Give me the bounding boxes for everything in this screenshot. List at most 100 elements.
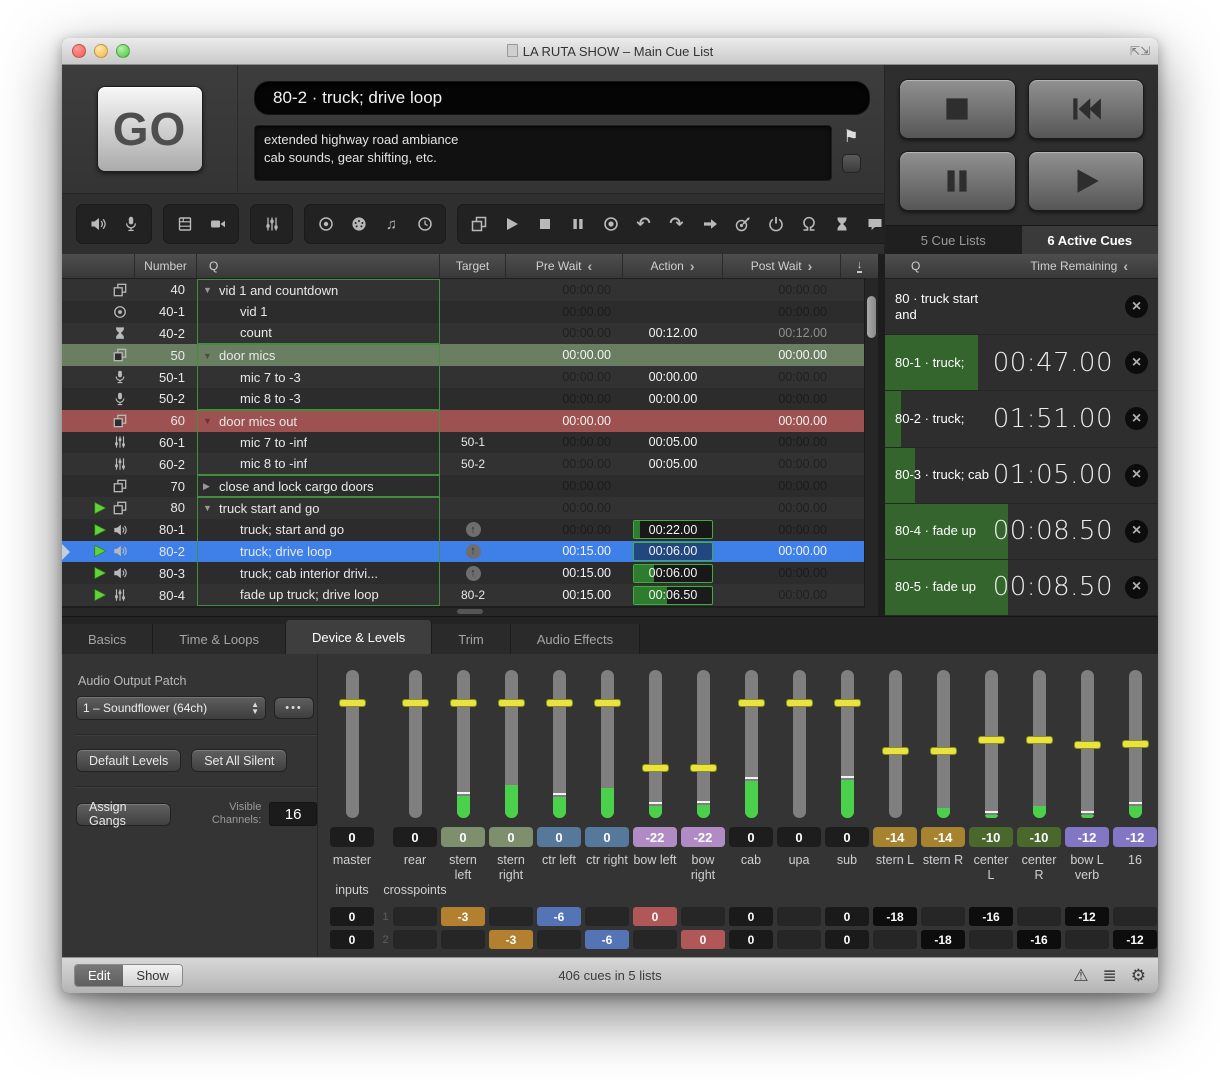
post-wait-value[interactable]: 00:00.00: [723, 410, 841, 432]
horizontal-scrollbar-thumb[interactable]: [457, 609, 483, 614]
fader-track[interactable]: [1081, 670, 1094, 818]
post-wait-value[interactable]: 00:00.00: [723, 301, 841, 323]
new-load-cue-button[interactable]: [594, 207, 627, 241]
crosspoint-cell[interactable]: -6: [585, 930, 629, 949]
crosspoint-cell[interactable]: 0: [681, 930, 725, 949]
vertical-scrollbar-thumb[interactable]: [867, 296, 876, 338]
stop-cue-x-button[interactable]: ×: [1125, 520, 1148, 543]
pre-wait-value[interactable]: 00:15.00: [506, 541, 623, 563]
crosspoint-cell[interactable]: [969, 930, 1013, 949]
crosspoint-cell[interactable]: -12: [1065, 907, 1109, 926]
crosspoint-cell[interactable]: -3: [441, 907, 485, 926]
level-value-field[interactable]: 0: [825, 827, 869, 847]
post-wait-value[interactable]: 00:00.00: [723, 519, 841, 541]
cue-target-cell[interactable]: [440, 323, 506, 345]
post-wait-value[interactable]: 00:12.00: [723, 323, 841, 345]
new-power-cue-button[interactable]: [759, 207, 792, 241]
level-value-field[interactable]: -12: [1113, 827, 1157, 847]
active-q-column[interactable]: Q: [885, 259, 1030, 273]
crosspoint-cell[interactable]: [1017, 907, 1061, 926]
visible-channels-value[interactable]: 16: [269, 802, 317, 826]
inspector-tab-audio-effects[interactable]: Audio Effects: [511, 624, 640, 654]
cue-name-cell[interactable]: mic 7 to -3: [197, 366, 440, 388]
crosspoint-cell[interactable]: [393, 907, 437, 926]
cue-number[interactable]: 80-1: [135, 519, 197, 541]
go-button[interactable]: GO: [97, 86, 203, 172]
fader-track[interactable]: [841, 670, 854, 818]
new-music-cue-button[interactable]: ♫: [375, 207, 408, 241]
cue-name-cell[interactable]: ▼truck start and go: [197, 497, 440, 519]
fader-handle[interactable]: [786, 699, 813, 707]
action-value[interactable]: 00:05.00: [623, 453, 723, 475]
crosspoint-cell[interactable]: 0: [633, 907, 677, 926]
new-start-cue-button[interactable]: [495, 207, 528, 241]
fader-track[interactable]: [937, 670, 950, 818]
column-number[interactable]: Number: [135, 254, 197, 278]
cue-name-cell[interactable]: ▼door mics: [197, 344, 440, 366]
fader-track[interactable]: [505, 670, 518, 818]
action-value[interactable]: [623, 475, 723, 497]
active-cue-row[interactable]: 80-4 · fade up00:08.50×: [885, 504, 1158, 560]
collapse-triangle-icon[interactable]: ▼: [203, 285, 217, 295]
new-clock-cue-button[interactable]: [408, 207, 441, 241]
cue-row-80-2[interactable]: 80-2truck; drive loop↑00:15.0000:06.0000…: [62, 541, 878, 563]
stop-cue-x-button[interactable]: ×: [1125, 464, 1148, 487]
cue-target-cell[interactable]: 50-2: [440, 453, 506, 475]
expand-chevron-icon[interactable]: ›: [690, 258, 695, 274]
fader-track[interactable]: [409, 670, 422, 818]
flag-icon[interactable]: ⚑: [843, 127, 858, 147]
cue-row-80-1[interactable]: 80-1truck; start and go↑00:00.0000:22.00…: [62, 519, 878, 541]
new-group-cue-button[interactable]: [462, 207, 495, 241]
cue-row-40-1[interactable]: 40-1vid 100:00.0000:00.00: [62, 301, 878, 323]
column-pre-wait[interactable]: Pre Wait‹: [506, 254, 623, 278]
collapse-chevron-icon[interactable]: ‹: [587, 258, 592, 274]
level-value-field[interactable]: 0: [393, 827, 437, 847]
fader-track[interactable]: [346, 670, 359, 818]
horizontal-scrollbar[interactable]: [62, 607, 878, 616]
pre-wait-value[interactable]: 00:00.00: [506, 497, 623, 519]
cue-name-cell[interactable]: truck; drive loop: [197, 541, 440, 563]
fader-handle[interactable]: [834, 699, 861, 707]
pre-wait-value[interactable]: 00:00.00: [506, 453, 623, 475]
post-wait-value[interactable]: 00:00.00: [723, 366, 841, 388]
fader-handle[interactable]: [1122, 740, 1149, 748]
cue-number[interactable]: 50: [135, 344, 197, 366]
crosspoint-cell[interactable]: [777, 930, 821, 949]
action-value[interactable]: 00:00.00: [623, 366, 723, 388]
inspector-tab-time-loops[interactable]: Time & Loops: [153, 624, 286, 654]
pre-wait-value[interactable]: 00:00.00: [506, 366, 623, 388]
stop-cue-x-button[interactable]: ×: [1125, 407, 1148, 430]
post-wait-value[interactable]: 00:00.00: [723, 541, 841, 563]
cue-row-40[interactable]: 40▼vid 1 and countdown00:00.0000:00.00: [62, 279, 878, 301]
cue-number[interactable]: 80-2: [135, 541, 197, 563]
cue-lists-icon[interactable]: ≣: [1103, 966, 1117, 986]
fader-handle[interactable]: [450, 699, 477, 707]
vertical-scrollbar[interactable]: [864, 278, 878, 608]
new-midi-cue-button[interactable]: [342, 207, 375, 241]
active-time-column[interactable]: Time Remaining‹: [1030, 258, 1158, 274]
crosspoint-cell[interactable]: -18: [921, 930, 965, 949]
cue-notes[interactable]: extended highway road ambiance cab sound…: [254, 125, 832, 181]
crosspoint-cell[interactable]: [585, 907, 629, 926]
action-value[interactable]: [623, 410, 723, 432]
post-wait-value[interactable]: 00:00.00: [723, 497, 841, 519]
fader-track[interactable]: [889, 670, 902, 818]
assign-gangs-button[interactable]: Assign Gangs: [76, 803, 171, 826]
crosspoint-cell[interactable]: [393, 930, 437, 949]
fader-handle[interactable]: [402, 699, 429, 707]
action-value[interactable]: 00:00.00: [623, 388, 723, 410]
fader-handle[interactable]: [690, 764, 717, 772]
inspector-tab-device-levels[interactable]: Device & Levels: [286, 620, 432, 654]
cue-target-cell[interactable]: 80-2: [440, 584, 506, 606]
cue-name-cell[interactable]: fade up truck; drive loop: [197, 584, 440, 606]
expand-chevron-icon[interactable]: ›: [808, 258, 813, 274]
set-all-silent-button[interactable]: Set All Silent: [191, 749, 287, 772]
crosspoint-cell[interactable]: -6: [537, 907, 581, 926]
cue-name-cell[interactable]: ▼door mics out: [197, 410, 440, 432]
fader-track[interactable]: [697, 670, 710, 818]
crosspoint-cell[interactable]: [537, 930, 581, 949]
level-value-field[interactable]: -22: [681, 827, 725, 847]
cue-row-80-3[interactable]: 80-3truck; cab interior drivi...↑00:15.0…: [62, 562, 878, 584]
cue-number[interactable]: 60: [135, 410, 197, 432]
cue-name-cell[interactable]: ▼vid 1 and countdown: [197, 279, 440, 301]
